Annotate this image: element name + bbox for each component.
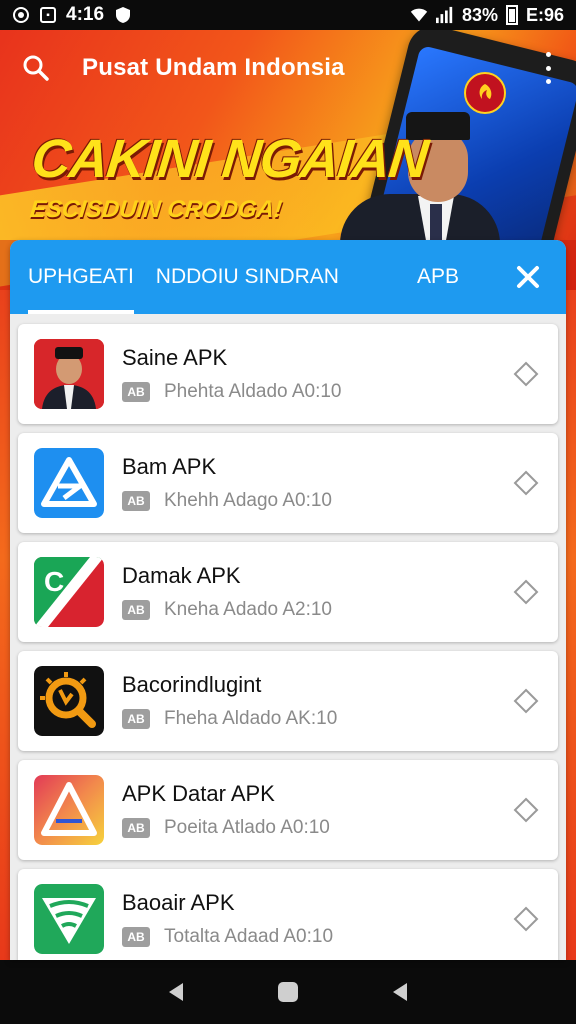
app-title: Pusat Undam Indonsia [82, 54, 345, 81]
search-icon [23, 55, 49, 81]
status-time: 4:16 [66, 4, 105, 25]
hero-subline: ESCISDUIN CRODGA! [28, 196, 284, 223]
status-bar: ▪ 4:16 83% E:96 [0, 0, 576, 30]
diamond-icon[interactable] [512, 360, 540, 388]
list-item[interactable]: C Damak APK AB Kneha Adado A2:10 [18, 542, 558, 642]
app-meta: Phehta Aldado A0:10 [164, 381, 342, 402]
c-logo-icon: C [34, 557, 104, 627]
close-button[interactable] [512, 261, 544, 293]
app-name: Baoair APK [122, 890, 235, 915]
triangle-logo-icon [34, 448, 104, 518]
app-meta: Poeita Atlado A0:10 [164, 817, 330, 838]
app-meta: Khehh Adago A0:10 [164, 490, 332, 511]
signal-icon [435, 6, 454, 24]
svg-text:C: C [44, 566, 64, 597]
diamond-icon[interactable] [512, 469, 540, 497]
app-name: Bacorindlugint [122, 672, 262, 697]
portrait-icon [34, 339, 104, 409]
tab-apb[interactable]: APB [417, 240, 459, 314]
app-name: Bam APK [122, 454, 217, 479]
status-right-time: E:96 [525, 4, 564, 25]
notification-icon [12, 6, 30, 24]
rating-badge: AB [122, 709, 150, 729]
app-bar: Pusat Undam Indonsia [0, 30, 576, 106]
rating-badge: AB [122, 382, 150, 402]
app-list: Saine APK AB Phehta Aldado A0:10 Bam APK… [10, 314, 566, 960]
wifi-icon [410, 6, 428, 24]
close-icon [517, 266, 539, 288]
battery-percent: 83% [461, 4, 498, 25]
rating-badge: AB [122, 600, 150, 620]
app-meta: Totalta Adaad A0:10 [164, 926, 334, 947]
app-name: Damak APK [122, 563, 241, 588]
list-item[interactable]: Saine APK AB Phehta Aldado A0:10 [18, 324, 558, 424]
app-name: Saine APK [122, 345, 228, 370]
diamond-icon[interactable] [512, 687, 540, 715]
shield-status-icon [114, 6, 132, 24]
diamond-icon[interactable] [512, 578, 540, 606]
app-meta: Kneha Adado A2:10 [164, 599, 332, 620]
rating-badge: AB [122, 491, 150, 511]
diamond-icon[interactable] [512, 905, 540, 933]
list-item[interactable]: Bacorindlugint AB Fheha Aldado AK:10 [18, 651, 558, 751]
home-button[interactable] [268, 972, 308, 1012]
diamond-icon[interactable] [512, 796, 540, 824]
tab-bar: UPHGEATI NDDOIU SINDRAN APB [10, 240, 566, 314]
search-button[interactable] [0, 30, 72, 106]
back-button[interactable] [156, 972, 196, 1012]
recents-icon [393, 983, 407, 1001]
back-icon [169, 983, 183, 1001]
app-meta: Fheha Aldado AK:10 [164, 708, 338, 729]
prism-logo-icon [34, 775, 104, 845]
rating-badge: AB [122, 927, 150, 947]
list-item[interactable]: APK Datar APK AB Poeita Atlado A0:10 [18, 760, 558, 860]
search-badge-icon [34, 666, 104, 736]
recents-button[interactable] [380, 972, 420, 1012]
hero-headline: CAKINI NGAIAN [28, 129, 430, 189]
tab-nddoiu-sindran[interactable]: NDDOIU SINDRAN [156, 240, 339, 314]
shield-wifi-icon [34, 884, 104, 954]
more-options-icon[interactable] [536, 52, 560, 84]
home-icon [278, 982, 298, 1002]
app-list-panel: UPHGEATI NDDOIU SINDRAN APB Saine APK AB… [10, 240, 566, 960]
list-item[interactable]: Bam APK AB Khehh Adago A0:10 [18, 433, 558, 533]
list-item[interactable]: Baoair APK AB Totalta Adaad A0:10 [18, 869, 558, 960]
navigation-bar [0, 960, 576, 1024]
battery-icon [505, 5, 518, 25]
app-name: APK Datar APK [122, 781, 275, 806]
rating-badge: AB [122, 818, 150, 838]
message-icon: ▪ [40, 7, 56, 23]
tab-uphgeati[interactable]: UPHGEATI [28, 240, 134, 314]
